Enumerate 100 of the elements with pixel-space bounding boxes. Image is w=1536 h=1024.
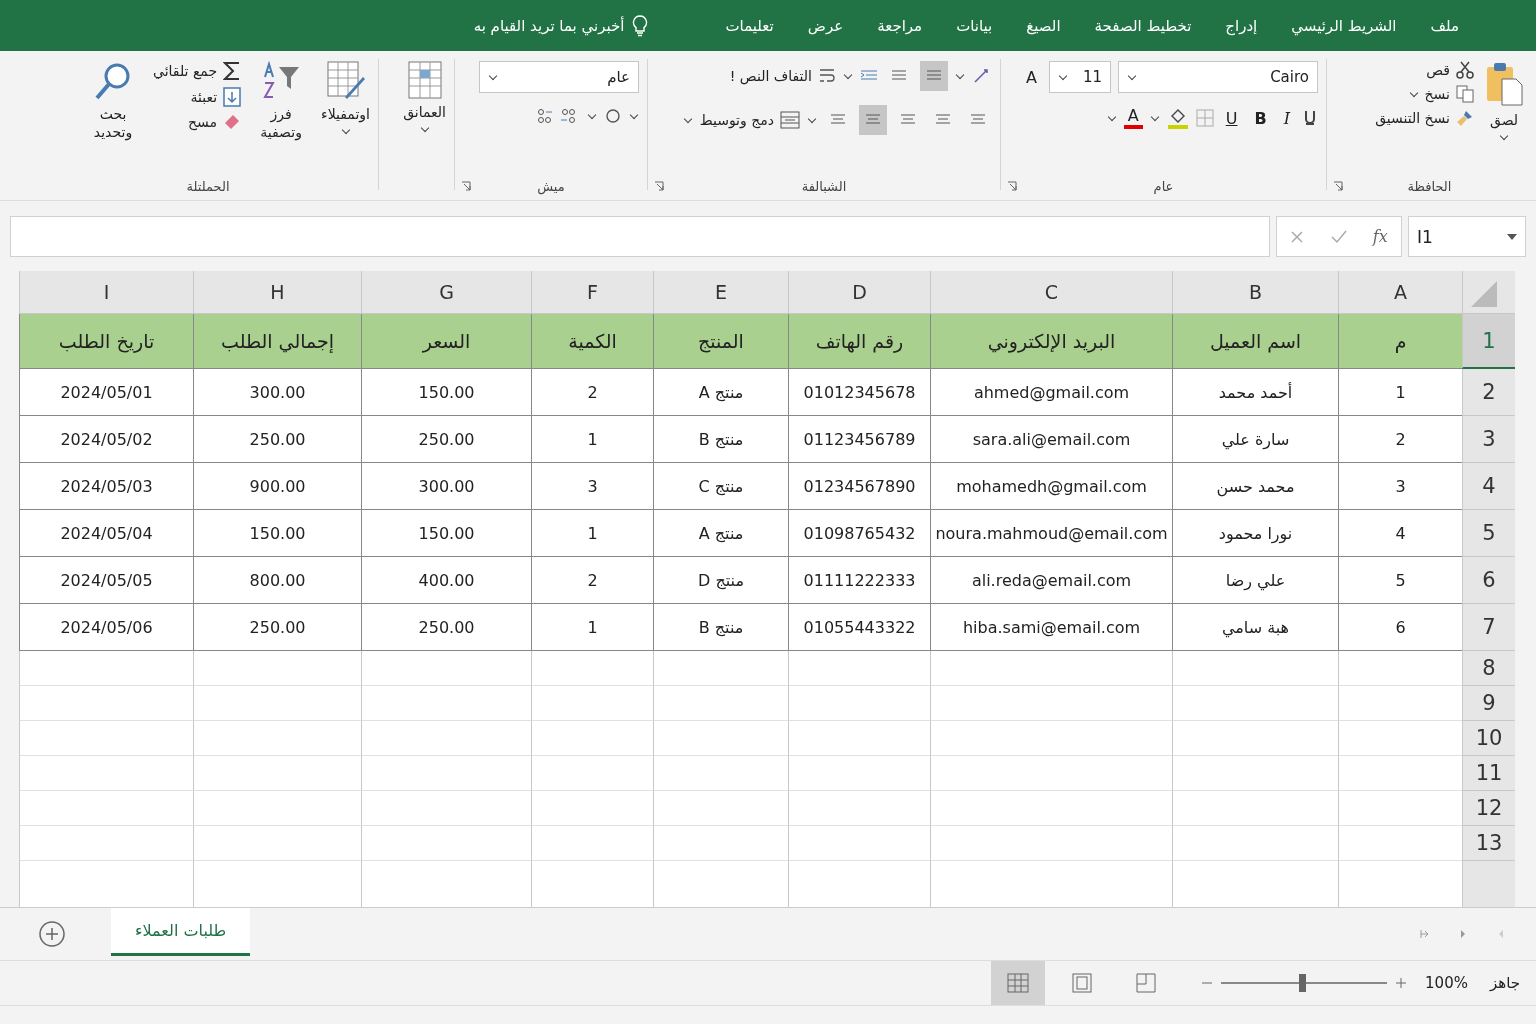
number-format-field[interactable]: عام — [479, 61, 639, 93]
table-cell: سارة علي — [1172, 416, 1338, 463]
table-cell: 300.00 — [361, 463, 531, 510]
table-cell: 2024/05/01 — [19, 369, 193, 416]
clear-button[interactable]: مسح — [153, 113, 242, 131]
row-header[interactable]: 11 — [1462, 756, 1515, 791]
ribbon-tab[interactable]: إدراج — [1208, 16, 1275, 35]
ribbon-tab[interactable]: تخطيط الصفحة — [1077, 16, 1209, 35]
ribbon-tab[interactable]: الصيغ — [1009, 16, 1078, 35]
table-cell: 01111222333 — [788, 557, 930, 604]
column-header[interactable]: A — [1338, 271, 1462, 314]
font-size-field[interactable]: 11 — [1049, 61, 1111, 93]
row-header[interactable]: 9 — [1462, 686, 1515, 721]
insert-function-button[interactable]: fx — [1372, 227, 1388, 246]
table-cell: 1 — [531, 510, 653, 557]
header-cell: الكمية — [531, 314, 653, 369]
header-cell: اسم العميل — [1172, 314, 1338, 369]
row-header[interactable]: 13 — [1462, 826, 1515, 861]
table-cell: 150.00 — [361, 369, 531, 416]
table-cell: ali.reda@email.com — [930, 557, 1172, 604]
table-cell: منتج D — [653, 557, 788, 604]
header-cell: السعر — [361, 314, 531, 369]
header-cell: م — [1338, 314, 1462, 369]
table-cell: 250.00 — [361, 416, 531, 463]
table-cell: ahmed@gmail.com — [930, 369, 1172, 416]
table-cell: 5 — [1338, 557, 1462, 604]
table-cell: 900.00 — [193, 463, 361, 510]
merge-button[interactable]: دمج وتوسيط — [699, 111, 800, 129]
column-header[interactable]: D — [788, 271, 930, 314]
row-header[interactable]: 7 — [1462, 604, 1515, 651]
tell-me-field[interactable]: أخبرني بما تريد القيام به — [473, 16, 625, 35]
table-cell: 2 — [531, 557, 653, 604]
bold-button[interactable]: B — [1249, 108, 1272, 128]
name-box[interactable]: I1 — [1408, 216, 1526, 257]
ribbon-tab[interactable]: تعليمات — [708, 16, 791, 35]
table-cell: 4 — [1338, 510, 1462, 557]
font-color-button[interactable]: A — [1123, 107, 1143, 129]
sheet-tab[interactable]: طلبات العملاء — [111, 908, 251, 956]
table-cell: 250.00 — [361, 604, 531, 651]
table-cell: منتج A — [653, 369, 788, 416]
column-header[interactable]: G — [361, 271, 531, 314]
italic-button[interactable]: I — [1278, 108, 1295, 128]
table-cell: 01234567890 — [788, 463, 930, 510]
row-header[interactable]: 3 — [1462, 416, 1515, 463]
paste-button[interactable]: لصق — [1484, 61, 1524, 143]
table-cell: منتج A — [653, 510, 788, 557]
table-cell: 3 — [531, 463, 653, 510]
fill-button[interactable]: تعبئة — [153, 87, 242, 107]
row-header[interactable]: 8 — [1462, 651, 1515, 686]
table-cell: هبة سامي — [1172, 604, 1338, 651]
ribbon-tab[interactable]: الشريط الرئيسي — [1274, 16, 1414, 35]
format-painter-button[interactable]: نسخ التنسيق — [1375, 109, 1474, 127]
row-header[interactable]: 6 — [1462, 557, 1515, 604]
table-cell: 6 — [1338, 604, 1462, 651]
sort-filter-button[interactable]: فرز وتصفية — [251, 61, 312, 142]
column-header[interactable]: H — [193, 271, 361, 314]
column-header[interactable]: C — [930, 271, 1172, 314]
column-header[interactable]: B — [1172, 271, 1338, 314]
underline-button[interactable]: U — [1220, 108, 1243, 128]
table-cell: sara.ali@email.com — [930, 416, 1172, 463]
column-header[interactable]: E — [653, 271, 788, 314]
row-header[interactable]: 2 — [1462, 369, 1515, 416]
column-header[interactable]: I — [19, 271, 193, 314]
table-cell: 2024/05/04 — [19, 510, 193, 557]
table-cell: 3 — [1338, 463, 1462, 510]
row-header[interactable]: 4 — [1462, 463, 1515, 510]
table-cell: نورا محمود — [1172, 510, 1338, 557]
ribbon-tab[interactable]: مراجعة — [860, 16, 940, 35]
table-cell: منتج B — [653, 604, 788, 651]
column-header[interactable]: F — [531, 271, 653, 314]
header-cell: إجمالي الطلب — [193, 314, 361, 369]
table-cell: 800.00 — [193, 557, 361, 604]
header-cell: البريد الإلكتروني — [930, 314, 1172, 369]
ribbon-tab[interactable]: بيانات — [939, 16, 1010, 35]
table-cell: noura.mahmoud@email.com — [930, 510, 1172, 557]
wrap-text-button[interactable]: التفاف النص ! — [729, 67, 836, 85]
font-name-field[interactable]: Cairo — [1118, 61, 1318, 93]
cells-button[interactable]: العمانق — [403, 61, 446, 135]
grow-font-button[interactable]: A — [1021, 67, 1042, 87]
header-cell: المنتج — [653, 314, 788, 369]
conditional-button[interactable]: اوتمفيلاء — [321, 61, 370, 137]
find-select-button[interactable]: بحث وتحديد — [83, 61, 143, 142]
autosum-button[interactable]: جمع تلقائي — [153, 61, 242, 81]
copy-button[interactable]: نسخ — [1375, 85, 1474, 103]
ribbon-tab[interactable]: ملف — [1413, 16, 1476, 35]
row-header[interactable]: 5 — [1462, 510, 1515, 557]
row-header[interactable]: 12 — [1462, 791, 1515, 826]
table-cell: 300.00 — [193, 369, 361, 416]
table-cell: 2024/05/05 — [19, 557, 193, 604]
cut-button[interactable]: قص — [1375, 61, 1474, 79]
table-cell: 2024/05/02 — [19, 416, 193, 463]
group-label: ميش — [537, 178, 565, 194]
table-cell: 01055443322 — [788, 604, 930, 651]
zoom-level[interactable]: 100% — [1425, 974, 1468, 992]
row-header[interactable]: 1 — [1462, 314, 1515, 369]
row-header[interactable]: 10 — [1462, 721, 1515, 756]
group-label: عام — [1153, 178, 1174, 194]
ribbon-tab[interactable]: عرض — [790, 16, 861, 35]
table-cell: 2 — [1338, 416, 1462, 463]
table-cell: 2024/05/06 — [19, 604, 193, 651]
